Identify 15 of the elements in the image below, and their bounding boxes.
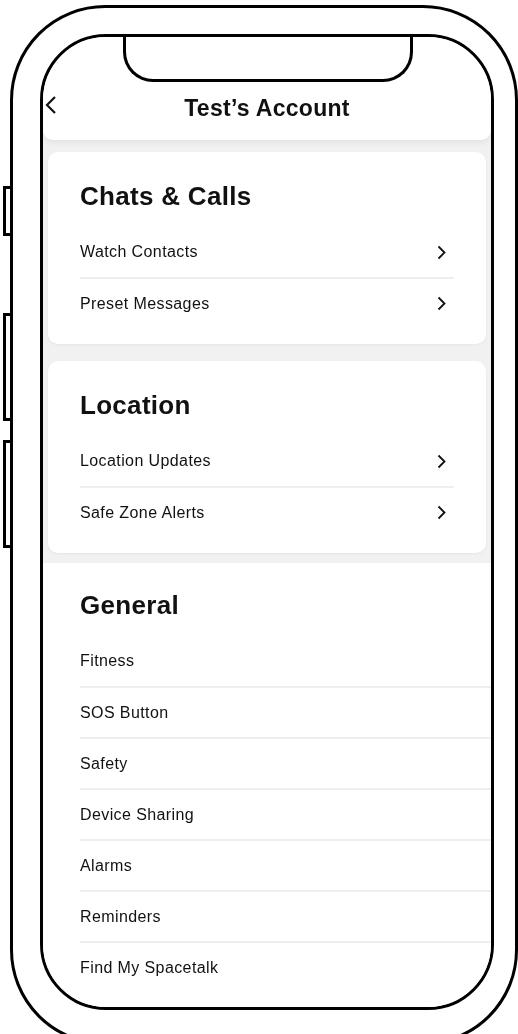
menu-item[interactable]: Fitness	[80, 652, 135, 670]
menu-item[interactable]: Safety	[80, 754, 128, 773]
menu-item[interactable]: Preset Messages	[80, 294, 210, 313]
menu-item[interactable]: Watch Contacts	[80, 243, 198, 261]
menu-item[interactable]: Reminders	[80, 907, 161, 926]
menu-item[interactable]: Safe Zone Alerts	[80, 503, 205, 522]
menu-item[interactable]: Alarms	[80, 856, 133, 875]
menu-item[interactable]: SOS Button	[80, 703, 169, 722]
menu-item[interactable]: Device Sharing	[80, 805, 195, 824]
screen-title: Test’s Account	[184, 95, 350, 122]
menu-item[interactable]: Location Updates	[80, 452, 211, 470]
section-heading: Location	[80, 389, 192, 422]
section-heading: General	[80, 589, 180, 622]
menu-item[interactable]: Find My Spacetalk	[80, 958, 219, 977]
section-heading: Chats & Calls	[80, 180, 253, 213]
